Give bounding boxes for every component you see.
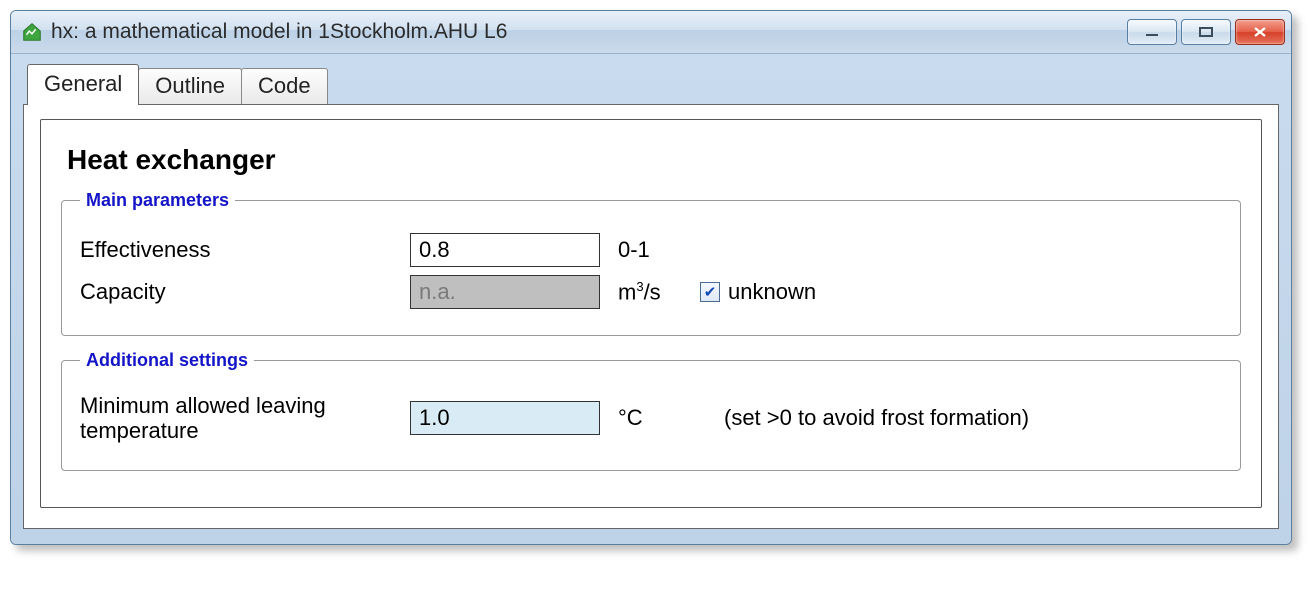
group-additional-legend: Additional settings bbox=[80, 350, 254, 371]
input-min-leaving-temp[interactable] bbox=[410, 401, 600, 435]
row-min-leaving-temp: Minimum allowed leaving temperature °C (… bbox=[80, 393, 1222, 444]
unit-capacity: m3/s bbox=[618, 279, 680, 305]
label-min-leaving-temp: Minimum allowed leaving temperature bbox=[80, 393, 410, 444]
unit-min-leaving-temp: °C bbox=[618, 405, 680, 431]
input-capacity bbox=[410, 275, 600, 309]
label-effectiveness: Effectiveness bbox=[80, 237, 410, 262]
tab-general[interactable]: General bbox=[27, 64, 139, 105]
checkbox-unknown-label: unknown bbox=[728, 279, 816, 305]
unit-effectiveness: 0-1 bbox=[618, 237, 680, 263]
tab-outline[interactable]: Outline bbox=[138, 68, 242, 105]
minimize-button[interactable] bbox=[1127, 19, 1177, 45]
app-icon bbox=[21, 21, 43, 43]
label-capacity: Capacity bbox=[80, 279, 410, 304]
app-window: hx: a mathematical model in 1Stockholm.A… bbox=[10, 10, 1292, 545]
page-title: Heat exchanger bbox=[67, 144, 1241, 176]
window-controls bbox=[1127, 19, 1285, 45]
maximize-button[interactable] bbox=[1181, 19, 1231, 45]
check-icon: ✔ bbox=[700, 282, 720, 302]
form-panel: Heat exchanger Main parameters Effective… bbox=[40, 119, 1262, 508]
hint-min-leaving-temp: (set >0 to avoid frost formation) bbox=[724, 405, 1029, 431]
group-additional-settings: Additional settings Minimum allowed leav… bbox=[61, 350, 1241, 471]
window-title: hx: a mathematical model in 1Stockholm.A… bbox=[51, 20, 1127, 44]
tab-code[interactable]: Code bbox=[241, 68, 328, 105]
tabstrip: General Outline Code bbox=[27, 64, 1279, 105]
tab-panel-general: Heat exchanger Main parameters Effective… bbox=[23, 104, 1279, 529]
row-effectiveness: Effectiveness 0-1 bbox=[80, 233, 1222, 267]
group-main-parameters: Main parameters Effectiveness 0-1 Capaci… bbox=[61, 190, 1241, 336]
close-button[interactable] bbox=[1235, 19, 1285, 45]
client-area: General Outline Code Heat exchanger Main… bbox=[11, 54, 1291, 544]
row-capacity: Capacity m3/s ✔ unknown bbox=[80, 275, 1222, 309]
titlebar: hx: a mathematical model in 1Stockholm.A… bbox=[11, 11, 1291, 54]
checkbox-unknown[interactable]: ✔ unknown bbox=[700, 279, 816, 305]
group-main-legend: Main parameters bbox=[80, 190, 235, 211]
input-effectiveness[interactable] bbox=[410, 233, 600, 267]
